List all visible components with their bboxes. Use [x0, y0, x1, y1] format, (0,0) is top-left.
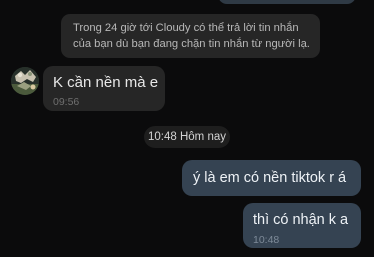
incoming-message-text: K cần nền mà e	[53, 74, 159, 91]
outgoing-message-bubble[interactable]: thì có nhận k a 10:48	[243, 203, 361, 248]
outgoing-message-text: ý là em có nền tiktok r á	[193, 170, 347, 186]
incoming-message-bubble[interactable]: K cần nền mà e 09:56	[43, 66, 165, 111]
outgoing-message-bubble[interactable]: ý là em có nền tiktok r á	[182, 160, 361, 196]
system-notice-line-1: Trong 24 giờ tới Cloudy có thể trả lời t…	[73, 22, 299, 34]
system-notice-line-2: của bạn dù bạn đang chặn tin nhắn từ ngư…	[73, 37, 310, 50]
outgoing-message-time: 10:48	[253, 234, 280, 246]
avatar-image	[11, 67, 39, 95]
outgoing-message-text: thì có nhận k a	[253, 212, 349, 228]
system-notice: Trong 24 giờ tới Cloudy có thể trả lời t…	[61, 14, 320, 58]
chat-conversation: Trong 24 giờ tới Cloudy có thể trả lời t…	[0, 0, 374, 257]
avatar[interactable]	[11, 67, 39, 95]
incoming-message-time: 09:56	[53, 96, 80, 108]
previous-message-bubble[interactable]	[218, 0, 356, 4]
date-divider: 10:48 Hôm nay	[144, 126, 230, 148]
